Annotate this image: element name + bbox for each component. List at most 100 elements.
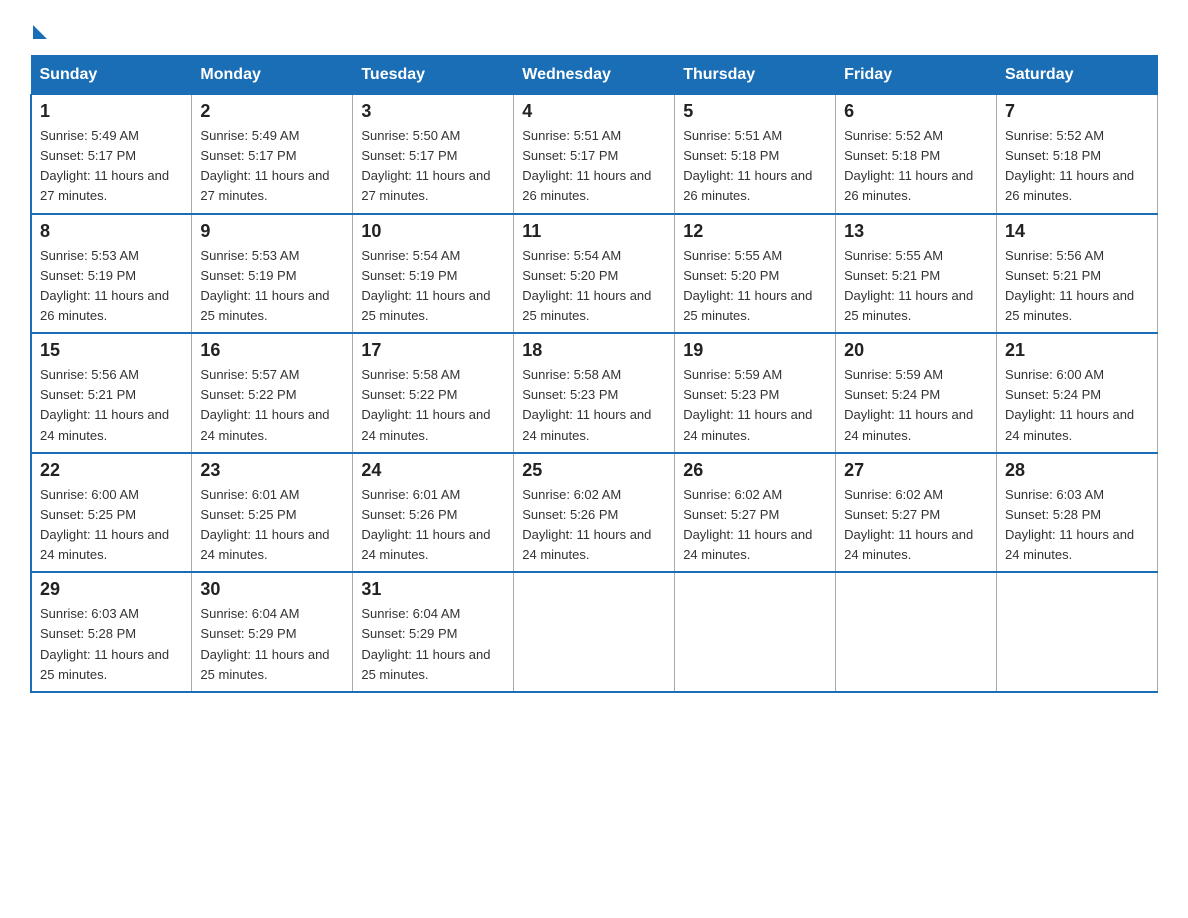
day-number: 31	[361, 579, 505, 600]
calendar-cell	[836, 572, 997, 692]
calendar-cell: 2 Sunrise: 5:49 AMSunset: 5:17 PMDaylight…	[192, 95, 353, 214]
calendar-cell: 16Sunrise: 5:57 AMSunset: 5:22 PMDayligh…	[192, 333, 353, 453]
day-number: 22	[40, 460, 183, 481]
day-info: Sunrise: 6:02 AMSunset: 5:27 PMDaylight:…	[844, 485, 988, 566]
day-number: 8	[40, 221, 183, 242]
day-number: 27	[844, 460, 988, 481]
day-info: Sunrise: 5:49 AMSunset: 5:17 PMDaylight:…	[200, 126, 344, 207]
day-number: 13	[844, 221, 988, 242]
day-number: 1	[40, 101, 183, 122]
calendar-header-row: SundayMondayTuesdayWednesdayThursdayFrid…	[31, 56, 1158, 95]
day-info: Sunrise: 6:00 AMSunset: 5:25 PMDaylight:…	[40, 485, 183, 566]
weekday-header-monday: Monday	[192, 56, 353, 95]
day-info: Sunrise: 6:03 AMSunset: 5:28 PMDaylight:…	[1005, 485, 1149, 566]
day-number: 5	[683, 101, 827, 122]
calendar-cell: 15 Sunrise: 5:56 AMSunset: 5:21 PMDayligh…	[31, 333, 192, 453]
calendar-week-4: 22 Sunrise: 6:00 AMSunset: 5:25 PMDayligh…	[31, 453, 1158, 573]
day-info: Sunrise: 6:02 AMSunset: 5:27 PMDaylight:…	[683, 485, 827, 566]
calendar-cell: 19 Sunrise: 5:59 AMSunset: 5:23 PMDayligh…	[675, 333, 836, 453]
day-info: Sunrise: 5:54 AMSunset: 5:20 PMDaylight:…	[522, 246, 666, 327]
day-number: 18	[522, 340, 666, 361]
logo-arrow-icon	[33, 25, 47, 39]
day-number: 19	[683, 340, 827, 361]
calendar-cell: 30 Sunrise: 6:04 AMSunset: 5:29 PMDayligh…	[192, 572, 353, 692]
day-info: Sunrise: 5:55 AMSunset: 5:21 PMDaylight:…	[844, 246, 988, 327]
day-info: Sunrise: 5:54 AMSunset: 5:19 PMDaylight:…	[361, 246, 505, 327]
day-info: Sunrise: 6:01 AMSunset: 5:25 PMDaylight:…	[200, 485, 344, 566]
day-number: 15	[40, 340, 183, 361]
day-info: Sunrise: 6:02 AMSunset: 5:26 PMDaylight:…	[522, 485, 666, 566]
calendar-cell	[997, 572, 1158, 692]
calendar-cell: 22 Sunrise: 6:00 AMSunset: 5:25 PMDayligh…	[31, 453, 192, 573]
day-number: 29	[40, 579, 183, 600]
day-info: Sunrise: 5:49 AMSunset: 5:17 PMDaylight:…	[40, 126, 183, 207]
calendar-cell: 29 Sunrise: 6:03 AMSunset: 5:28 PMDayligh…	[31, 572, 192, 692]
calendar-cell: 3Sunrise: 5:50 AMSunset: 5:17 PMDaylight…	[353, 95, 514, 214]
day-number: 26	[683, 460, 827, 481]
day-number: 12	[683, 221, 827, 242]
calendar-cell: 14 Sunrise: 5:56 AMSunset: 5:21 PMDayligh…	[997, 214, 1158, 334]
day-info: Sunrise: 5:51 AMSunset: 5:18 PMDaylight:…	[683, 126, 827, 207]
day-info: Sunrise: 5:55 AMSunset: 5:20 PMDaylight:…	[683, 246, 827, 327]
weekday-header-sunday: Sunday	[31, 56, 192, 95]
calendar-cell: 26 Sunrise: 6:02 AMSunset: 5:27 PMDayligh…	[675, 453, 836, 573]
calendar-cell: 24 Sunrise: 6:01 AMSunset: 5:26 PMDayligh…	[353, 453, 514, 573]
day-info: Sunrise: 5:58 AMSunset: 5:22 PMDaylight:…	[361, 365, 505, 446]
day-number: 6	[844, 101, 988, 122]
calendar-cell: 7 Sunrise: 5:52 AMSunset: 5:18 PMDaylight…	[997, 95, 1158, 214]
day-number: 24	[361, 460, 505, 481]
calendar-cell: 23 Sunrise: 6:01 AMSunset: 5:25 PMDayligh…	[192, 453, 353, 573]
calendar-table: SundayMondayTuesdayWednesdayThursdayFrid…	[30, 55, 1158, 693]
calendar-cell: 25Sunrise: 6:02 AMSunset: 5:26 PMDayligh…	[514, 453, 675, 573]
day-info: Sunrise: 6:04 AMSunset: 5:29 PMDaylight:…	[200, 604, 344, 685]
day-number: 23	[200, 460, 344, 481]
day-info: Sunrise: 5:56 AMSunset: 5:21 PMDaylight:…	[40, 365, 183, 446]
calendar-cell: 18 Sunrise: 5:58 AMSunset: 5:23 PMDayligh…	[514, 333, 675, 453]
day-info: Sunrise: 5:52 AMSunset: 5:18 PMDaylight:…	[1005, 126, 1149, 207]
calendar-cell: 31 Sunrise: 6:04 AMSunset: 5:29 PMDayligh…	[353, 572, 514, 692]
calendar-cell: 27 Sunrise: 6:02 AMSunset: 5:27 PMDayligh…	[836, 453, 997, 573]
day-number: 4	[522, 101, 666, 122]
day-number: 16	[200, 340, 344, 361]
calendar-cell: 13 Sunrise: 5:55 AMSunset: 5:21 PMDayligh…	[836, 214, 997, 334]
calendar-cell: 28Sunrise: 6:03 AMSunset: 5:28 PMDayligh…	[997, 453, 1158, 573]
weekday-header-wednesday: Wednesday	[514, 56, 675, 95]
day-number: 11	[522, 221, 666, 242]
day-info: Sunrise: 5:50 AMSunset: 5:17 PMDaylight:…	[361, 126, 505, 207]
calendar-cell: 17 Sunrise: 5:58 AMSunset: 5:22 PMDayligh…	[353, 333, 514, 453]
calendar-cell	[514, 572, 675, 692]
calendar-cell: 5 Sunrise: 5:51 AMSunset: 5:18 PMDaylight…	[675, 95, 836, 214]
day-info: Sunrise: 5:59 AMSunset: 5:23 PMDaylight:…	[683, 365, 827, 446]
day-info: Sunrise: 5:53 AMSunset: 5:19 PMDaylight:…	[40, 246, 183, 327]
calendar-cell: 10Sunrise: 5:54 AMSunset: 5:19 PMDayligh…	[353, 214, 514, 334]
calendar-week-2: 8 Sunrise: 5:53 AMSunset: 5:19 PMDaylight…	[31, 214, 1158, 334]
day-info: Sunrise: 6:01 AMSunset: 5:26 PMDaylight:…	[361, 485, 505, 566]
page-header	[30, 20, 1158, 35]
day-number: 30	[200, 579, 344, 600]
calendar-week-3: 15 Sunrise: 5:56 AMSunset: 5:21 PMDayligh…	[31, 333, 1158, 453]
calendar-week-1: 1 Sunrise: 5:49 AMSunset: 5:17 PMDaylight…	[31, 95, 1158, 214]
weekday-header-tuesday: Tuesday	[353, 56, 514, 95]
calendar-cell: 21Sunrise: 6:00 AMSunset: 5:24 PMDayligh…	[997, 333, 1158, 453]
day-number: 21	[1005, 340, 1149, 361]
day-number: 2	[200, 101, 344, 122]
logo	[30, 20, 49, 35]
day-number: 9	[200, 221, 344, 242]
day-number: 17	[361, 340, 505, 361]
calendar-cell: 4 Sunrise: 5:51 AMSunset: 5:17 PMDaylight…	[514, 95, 675, 214]
day-number: 20	[844, 340, 988, 361]
day-info: Sunrise: 5:51 AMSunset: 5:17 PMDaylight:…	[522, 126, 666, 207]
day-number: 7	[1005, 101, 1149, 122]
weekday-header-saturday: Saturday	[997, 56, 1158, 95]
day-number: 14	[1005, 221, 1149, 242]
weekday-header-thursday: Thursday	[675, 56, 836, 95]
weekday-header-friday: Friday	[836, 56, 997, 95]
day-info: Sunrise: 5:53 AMSunset: 5:19 PMDaylight:…	[200, 246, 344, 327]
calendar-cell: 20 Sunrise: 5:59 AMSunset: 5:24 PMDayligh…	[836, 333, 997, 453]
day-info: Sunrise: 6:03 AMSunset: 5:28 PMDaylight:…	[40, 604, 183, 685]
day-info: Sunrise: 5:58 AMSunset: 5:23 PMDaylight:…	[522, 365, 666, 446]
day-info: Sunrise: 5:59 AMSunset: 5:24 PMDaylight:…	[844, 365, 988, 446]
day-info: Sunrise: 5:56 AMSunset: 5:21 PMDaylight:…	[1005, 246, 1149, 327]
day-info: Sunrise: 6:04 AMSunset: 5:29 PMDaylight:…	[361, 604, 505, 685]
calendar-cell: 8 Sunrise: 5:53 AMSunset: 5:19 PMDaylight…	[31, 214, 192, 334]
